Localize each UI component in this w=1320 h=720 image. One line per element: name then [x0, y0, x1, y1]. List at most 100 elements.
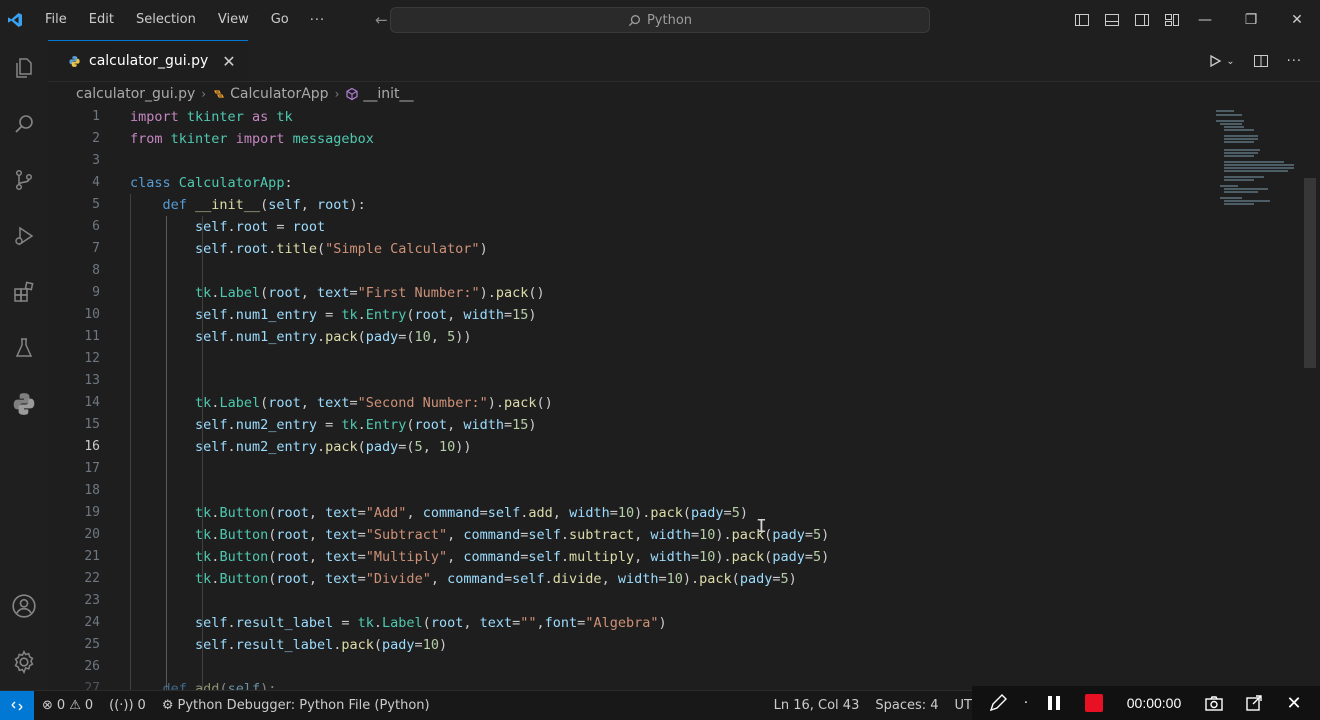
- collapse-icon[interactable]: [1234, 686, 1274, 720]
- more-actions-icon[interactable]: ···: [1287, 54, 1302, 69]
- code-text: tk.Button(root, text="Multiply", command…: [195, 549, 830, 565]
- toggle-secondary-sidebar-icon[interactable]: [1134, 12, 1150, 28]
- line-number: 19: [84, 505, 100, 520]
- menu-file[interactable]: File: [34, 0, 78, 40]
- line-number: 22: [84, 571, 100, 586]
- code-text: self.result_label = tk.Label(root, text=…: [195, 615, 667, 631]
- code-text: tk.Button(root, text="Add", command=self…: [195, 505, 748, 521]
- menu-selection[interactable]: Selection: [125, 0, 207, 40]
- code-text: def __init__(self, root):: [162, 197, 366, 213]
- menu-go[interactable]: Go: [260, 0, 300, 40]
- vertical-scrollbar[interactable]: [1304, 106, 1318, 690]
- chevron-right-icon: ›: [201, 87, 207, 101]
- code-text: self.result_label.pack(pady=10): [195, 637, 448, 653]
- code-text: self.root = root: [195, 219, 326, 235]
- customize-layout-icon[interactable]: [1164, 12, 1180, 28]
- menu-more-icon[interactable]: ···: [300, 13, 335, 28]
- breadcrumb-class[interactable]: CalculatorApp: [212, 86, 329, 102]
- code-text: from tkinter import messagebox: [130, 131, 374, 147]
- line-number: 17: [84, 461, 100, 476]
- tab-calculator-gui[interactable]: calculator_gui.py ✕: [48, 40, 248, 81]
- pen-icon[interactable]: [978, 686, 1018, 720]
- close-window-icon[interactable]: ✕: [1274, 0, 1320, 40]
- code-text: self.num2_entry.pack(pady=(5, 10)): [195, 439, 472, 455]
- activity-bar-bottom: [0, 578, 48, 690]
- line-number: 9: [92, 285, 100, 300]
- toggle-panel-icon[interactable]: [1104, 12, 1120, 28]
- code-line: 7 self.root.title("Simple Calculator"): [48, 238, 1188, 260]
- remote-indicator-icon[interactable]: [0, 690, 34, 720]
- toggle-primary-sidebar-icon[interactable]: [1074, 12, 1090, 28]
- dot-separator: ·: [1023, 695, 1029, 711]
- run-python-file-icon[interactable]: ⌄: [1208, 54, 1235, 68]
- code-text: self.num2_entry = tk.Entry(root, width=1…: [195, 417, 537, 433]
- line-number: 18: [84, 483, 100, 498]
- breadcrumb-class-label: CalculatorApp: [230, 86, 329, 102]
- ports-indicator[interactable]: ((·)) 0: [101, 698, 154, 713]
- breadcrumb-file[interactable]: calculator_gui.py: [76, 86, 195, 102]
- code-editor[interactable]: 1 import tkinter as tk 2 from tkinter impo…: [48, 106, 1188, 690]
- command-center-search[interactable]: Python: [390, 7, 930, 33]
- testing-flask-icon[interactable]: [0, 320, 48, 376]
- settings-gear-icon[interactable]: [0, 634, 48, 690]
- error-count: 0: [56, 698, 66, 713]
- code-text: class CalculatorApp:: [130, 175, 293, 191]
- code-line: 9 tk.Label(root, text="First Number:").p…: [48, 282, 1188, 304]
- debug-alt-icon: ⚙: [161, 698, 174, 713]
- restore-icon[interactable]: ❐: [1228, 0, 1274, 40]
- problems-indicator[interactable]: ⊗ 0 ⚠ 0: [34, 698, 101, 713]
- ports-count: 0: [137, 698, 146, 713]
- code-line: 4 class CalculatorApp:: [48, 172, 1188, 194]
- tab-bar: calculator_gui.py ✕ ⌄ ···: [48, 40, 1320, 82]
- split-editor-icon[interactable]: [1253, 53, 1269, 69]
- breadcrumb-method-label: __init__: [363, 86, 414, 102]
- line-number: 16: [84, 439, 100, 454]
- chevron-down-icon[interactable]: ⌄: [1226, 56, 1234, 67]
- indentation[interactable]: Spaces: 4: [867, 698, 946, 713]
- menu-view[interactable]: View: [207, 0, 260, 40]
- code-line: 14 tk.Label(root, text="Second Number:")…: [48, 392, 1188, 414]
- minimize-icon[interactable]: —: [1182, 0, 1228, 40]
- back-arrow-icon[interactable]: ←: [375, 11, 388, 29]
- code-text: tk.Label(root, text="First Number:").pac…: [195, 285, 545, 301]
- layout-controls: [1074, 0, 1180, 40]
- code-line: 26: [48, 656, 1188, 678]
- cursor-position[interactable]: Ln 16, Col 43: [766, 698, 868, 713]
- line-number: 5: [92, 197, 100, 212]
- chevron-right-icon: ›: [334, 87, 340, 101]
- pause-icon[interactable]: [1034, 686, 1074, 720]
- line-number: 11: [84, 329, 100, 344]
- explorer-icon[interactable]: [0, 40, 48, 96]
- accounts-icon[interactable]: [0, 578, 48, 634]
- code-text: tk.Button(root, text="Divide", command=s…: [195, 571, 797, 587]
- line-number: 26: [84, 659, 100, 674]
- code-line: 23: [48, 590, 1188, 612]
- code-text: self.num1_entry = tk.Entry(root, width=1…: [195, 307, 537, 323]
- code-text: tk.Button(root, text="Subtract", command…: [195, 527, 830, 543]
- source-control-icon[interactable]: [0, 152, 48, 208]
- run-debug-icon[interactable]: [0, 208, 48, 264]
- status-bar-right: Ln 16, Col 43 Spaces: 4 UT: [766, 691, 980, 720]
- code-line: 24 self.result_label = tk.Label(root, te…: [48, 612, 1188, 634]
- extensions-icon[interactable]: [0, 264, 48, 320]
- stop-record-icon[interactable]: [1074, 686, 1114, 720]
- close-tab-icon[interactable]: ✕: [222, 52, 235, 71]
- code-line: 20 tk.Button(root, text="Subtract", comm…: [48, 524, 1188, 546]
- editor-group: calculator_gui.py ✕ ⌄ ··· calculator_gui…: [48, 40, 1320, 690]
- code-text: self.root.title("Simple Calculator"): [195, 241, 488, 257]
- code-line: 18: [48, 480, 1188, 502]
- window-controls: — ❐ ✕: [1182, 0, 1320, 40]
- close-recorder-icon[interactable]: ✕: [1274, 686, 1314, 720]
- minimap[interactable]: [1210, 106, 1300, 216]
- search-sidebar-icon[interactable]: [0, 96, 48, 152]
- scrollbar-thumb[interactable]: [1304, 178, 1316, 368]
- camera-icon[interactable]: [1194, 686, 1234, 720]
- menu-edit[interactable]: Edit: [78, 0, 125, 40]
- debugger-config[interactable]: ⚙ Python Debugger: Python File (Python): [154, 698, 438, 713]
- code-line: 19 tk.Button(root, text="Add", command=s…: [48, 502, 1188, 524]
- breadcrumb-method[interactable]: __init__: [345, 86, 414, 102]
- code-line: 11 self.num1_entry.pack(pady=(10, 5)): [48, 326, 1188, 348]
- warning-icon: ⚠: [69, 698, 81, 713]
- python-icon[interactable]: [0, 376, 48, 432]
- error-icon: ⊗: [42, 698, 53, 713]
